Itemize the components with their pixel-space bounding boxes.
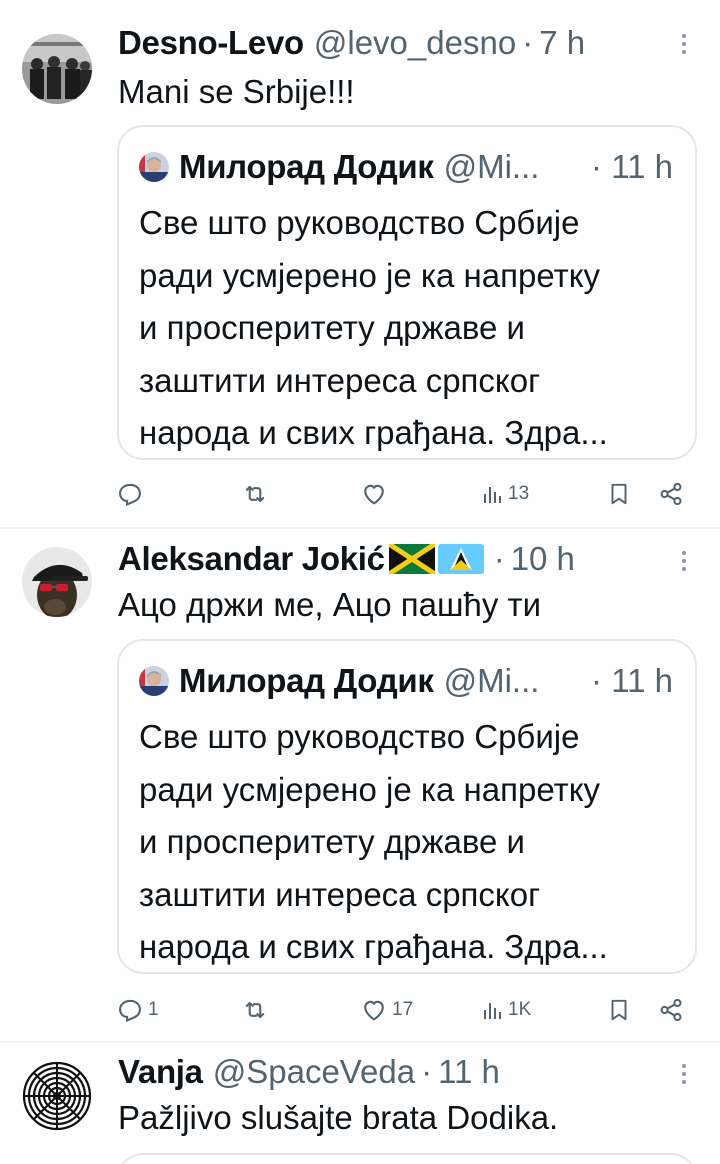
reply-button[interactable]: 1 bbox=[116, 990, 159, 1030]
quoted-text-line: Све што руководство Србије bbox=[139, 718, 580, 755]
separator-dot: · bbox=[421, 1053, 433, 1090]
tweet-header: Aleksandar Jokić · 10 h bbox=[118, 537, 575, 581]
views-icon bbox=[484, 1003, 501, 1019]
quoted-tweet-header: Милорад Додик @Mi... bbox=[139, 145, 539, 189]
quoted-text-line: народа и свих грађана. Здра... bbox=[139, 928, 608, 965]
separator-dot: · bbox=[493, 540, 505, 577]
author-name[interactable]: Vanja bbox=[118, 1050, 203, 1094]
like-button[interactable]: 17 bbox=[360, 990, 413, 1030]
quoted-text-line: и просперитету државе и bbox=[139, 309, 525, 346]
views-button[interactable]: 13 bbox=[482, 474, 529, 514]
quoted-tweet-text: Све што руководство Србије ради усмјерен… bbox=[139, 711, 684, 974]
heart-icon bbox=[364, 1000, 384, 1021]
tweet[interactable]: Aleksandar Jokić · 10 h Ацо држи ме, Ацо… bbox=[0, 529, 720, 1041]
separator-dot: · bbox=[522, 24, 534, 61]
quoted-author-name[interactable]: Милорад Додик bbox=[179, 148, 434, 186]
share-button[interactable] bbox=[657, 990, 685, 1030]
author-handle[interactable]: @levo_desno bbox=[314, 21, 516, 65]
more-icon[interactable] bbox=[672, 29, 696, 59]
tweet[interactable]: Vanja @SpaceVeda · 11 h Pažljivo slušajt… bbox=[0, 1043, 720, 1164]
jamaica-flag bbox=[388, 544, 435, 574]
share-button[interactable] bbox=[657, 474, 685, 514]
avatar[interactable] bbox=[22, 1061, 92, 1131]
quoted-tweet[interactable] bbox=[117, 1153, 697, 1164]
retweet-button[interactable] bbox=[241, 474, 273, 514]
author-name[interactable]: Desno-Levo bbox=[118, 21, 304, 65]
quoted-text-line: ради усмјерено је ка напретку bbox=[139, 770, 601, 808]
quoted-tweet[interactable]: Милорад Додик @Mi... · 11 h Све што руко… bbox=[117, 639, 697, 974]
quoted-time: 11 h bbox=[611, 662, 673, 699]
views-count: 1K bbox=[508, 999, 532, 1020]
quoted-timestamp[interactable]: · 11 h bbox=[591, 659, 673, 703]
timestamp[interactable]: 7 h bbox=[539, 21, 585, 65]
views-count: 13 bbox=[508, 483, 530, 504]
more-icon[interactable] bbox=[672, 546, 696, 576]
avatar[interactable] bbox=[22, 34, 92, 104]
quoted-text-line: ради усмјерено је ка напретку bbox=[139, 256, 601, 294]
tweet-text: Ацо држи ме, Ацо пашћу ти bbox=[118, 586, 542, 623]
like-button[interactable] bbox=[360, 474, 392, 514]
bookmark-button[interactable] bbox=[606, 474, 632, 514]
reply-count: 1 bbox=[148, 999, 159, 1020]
tweet-header: Vanja @SpaceVeda · 11 h bbox=[118, 1050, 500, 1094]
quoted-author-name[interactable]: Милорад Додик bbox=[179, 662, 434, 700]
share-icon bbox=[660, 998, 682, 1022]
timestamp[interactable]: 10 h bbox=[511, 537, 575, 581]
quoted-author-handle[interactable]: @Mi... bbox=[444, 148, 540, 186]
retweet-icon bbox=[245, 485, 265, 503]
quoted-text-line: народа и свих грађана. Здра... bbox=[139, 414, 608, 451]
views-button[interactable]: 1K bbox=[482, 990, 531, 1030]
tweet-text: Pažljivo slušajte brata Dodika. bbox=[118, 1099, 559, 1136]
quoted-tweet-text: Све што руководство Србије ради усмјерен… bbox=[139, 197, 684, 460]
share-icon bbox=[660, 482, 682, 506]
retweet-icon bbox=[245, 1001, 265, 1019]
bookmark-button[interactable] bbox=[606, 990, 632, 1030]
avatar[interactable] bbox=[22, 547, 92, 617]
reply-button[interactable] bbox=[116, 474, 148, 514]
quoted-timestamp[interactable]: · 11 h bbox=[591, 145, 673, 189]
views-icon bbox=[484, 487, 501, 503]
quoted-text-line: Све што руководство Србије bbox=[139, 204, 580, 241]
reply-icon bbox=[119, 483, 141, 507]
avatar bbox=[139, 666, 169, 696]
more-icon[interactable] bbox=[672, 1059, 696, 1089]
timestamp[interactable]: 11 h bbox=[438, 1050, 500, 1094]
saint-lucia-flag bbox=[437, 544, 484, 574]
heart-icon bbox=[364, 484, 384, 505]
separator-dot: · bbox=[591, 148, 603, 185]
quoted-text-line: и просперитету државе и bbox=[139, 823, 525, 860]
tweet-text: Mani se Srbije!!! bbox=[118, 73, 355, 110]
tweet-actions: 13 bbox=[0, 474, 720, 514]
quoted-text-line: заштити интереса српског bbox=[139, 361, 541, 399]
separator-dot: · bbox=[591, 662, 603, 699]
quoted-author-handle[interactable]: @Mi... bbox=[444, 662, 540, 700]
reply-icon bbox=[119, 999, 141, 1023]
tweet-header: Desno-Levo @levo_desno · 7 h bbox=[118, 21, 585, 65]
author-handle[interactable]: @SpaceVeda bbox=[213, 1050, 415, 1094]
author-name[interactable]: Aleksandar Jokić bbox=[118, 537, 385, 581]
retweet-button[interactable] bbox=[241, 990, 273, 1030]
tweet-actions: 1 17 1K bbox=[0, 990, 720, 1030]
quoted-text-line: заштити интереса српског bbox=[139, 875, 541, 913]
like-count: 17 bbox=[392, 999, 414, 1020]
quoted-time: 11 h bbox=[611, 148, 673, 185]
avatar bbox=[139, 152, 169, 182]
timeline: Desno-Levo @levo_desno · 7 h Mani se Srb… bbox=[0, 0, 720, 1164]
bookmark-icon bbox=[611, 999, 627, 1021]
quoted-tweet-header: Милорад Додик @Mi... bbox=[139, 659, 539, 703]
quoted-tweet[interactable]: Милорад Додик @Mi... · 11 h Све што руко… bbox=[117, 125, 697, 460]
bookmark-icon bbox=[611, 483, 627, 505]
tweet[interactable]: Desno-Levo @levo_desno · 7 h Mani se Srb… bbox=[0, 0, 720, 527]
